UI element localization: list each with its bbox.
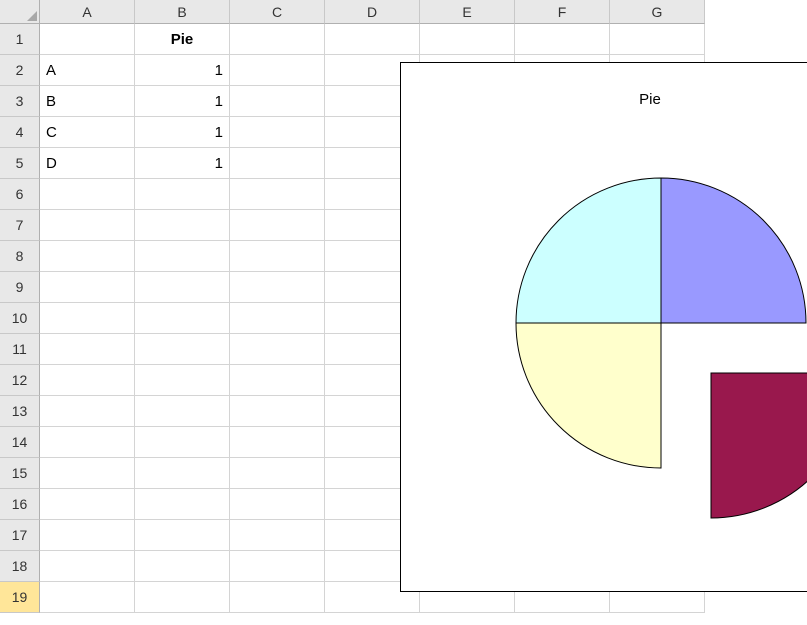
cell-A12[interactable] <box>40 365 135 396</box>
cell-A11[interactable] <box>40 334 135 365</box>
cell-D1[interactable] <box>325 24 420 55</box>
cell-C8[interactable] <box>230 241 325 272</box>
cell-C4[interactable] <box>230 117 325 148</box>
col-header-C[interactable]: C <box>230 0 325 24</box>
cell-B9[interactable] <box>135 272 230 303</box>
cell-C19[interactable] <box>230 582 325 613</box>
cell-C15[interactable] <box>230 458 325 489</box>
cell-B7[interactable] <box>135 210 230 241</box>
cell-B2[interactable]: 1 <box>135 55 230 86</box>
cell-B4[interactable]: 1 <box>135 117 230 148</box>
col-header-E[interactable]: E <box>420 0 515 24</box>
row-header-17[interactable]: 17 <box>0 520 40 551</box>
cell-B10[interactable] <box>135 303 230 334</box>
pie-slice-C[interactable] <box>516 323 661 468</box>
cell-C18[interactable] <box>230 551 325 582</box>
cell-C13[interactable] <box>230 396 325 427</box>
select-all-corner[interactable] <box>0 0 40 24</box>
cell-C16[interactable] <box>230 489 325 520</box>
cell-F1[interactable] <box>515 24 610 55</box>
pie-slice-A[interactable] <box>661 178 806 323</box>
cell-A7[interactable] <box>40 210 135 241</box>
row-header-19[interactable]: 19 <box>0 582 40 613</box>
cell-C1[interactable] <box>230 24 325 55</box>
row-header-8[interactable]: 8 <box>0 241 40 272</box>
chart-title: Pie <box>401 63 807 108</box>
cell-A15[interactable] <box>40 458 135 489</box>
cell-A14[interactable] <box>40 427 135 458</box>
cell-A16[interactable] <box>40 489 135 520</box>
cell-B5[interactable]: 1 <box>135 148 230 179</box>
row-header-15[interactable]: 15 <box>0 458 40 489</box>
col-header-B[interactable]: B <box>135 0 230 24</box>
row-header-4[interactable]: 4 <box>0 117 40 148</box>
cell-A6[interactable] <box>40 179 135 210</box>
cell-C7[interactable] <box>230 210 325 241</box>
cell-B8[interactable] <box>135 241 230 272</box>
cell-B16[interactable] <box>135 489 230 520</box>
row-header-9[interactable]: 9 <box>0 272 40 303</box>
row-header-1[interactable]: 1 <box>0 24 40 55</box>
row-header-2[interactable]: 2 <box>0 55 40 86</box>
cell-B3[interactable]: 1 <box>135 86 230 117</box>
row-header-16[interactable]: 16 <box>0 489 40 520</box>
row-header-10[interactable]: 10 <box>0 303 40 334</box>
cell-B18[interactable] <box>135 551 230 582</box>
col-header-A[interactable]: A <box>40 0 135 24</box>
pie-slice-B-exploded[interactable] <box>711 373 807 518</box>
cell-A5[interactable]: D <box>40 148 135 179</box>
row-header-5[interactable]: 5 <box>0 148 40 179</box>
cell-A13[interactable] <box>40 396 135 427</box>
col-header-F[interactable]: F <box>515 0 610 24</box>
cell-B14[interactable] <box>135 427 230 458</box>
cell-A3[interactable]: B <box>40 86 135 117</box>
pie-chart-object[interactable]: Pie <box>400 62 807 592</box>
row-header-12[interactable]: 12 <box>0 365 40 396</box>
cell-A8[interactable] <box>40 241 135 272</box>
cell-B1[interactable]: Pie <box>135 24 230 55</box>
row-header-3[interactable]: 3 <box>0 86 40 117</box>
cell-G1[interactable] <box>610 24 705 55</box>
cell-E1[interactable] <box>420 24 515 55</box>
cell-B15[interactable] <box>135 458 230 489</box>
cell-A18[interactable] <box>40 551 135 582</box>
row-header-14[interactable]: 14 <box>0 427 40 458</box>
cell-C11[interactable] <box>230 334 325 365</box>
cell-A17[interactable] <box>40 520 135 551</box>
cell-C3[interactable] <box>230 86 325 117</box>
cell-B6[interactable] <box>135 179 230 210</box>
cell-C2[interactable] <box>230 55 325 86</box>
cell-C6[interactable] <box>230 179 325 210</box>
cell-C5[interactable] <box>230 148 325 179</box>
cell-A4[interactable]: C <box>40 117 135 148</box>
cell-C9[interactable] <box>230 272 325 303</box>
col-header-D[interactable]: D <box>325 0 420 24</box>
cell-B12[interactable] <box>135 365 230 396</box>
row-header-6[interactable]: 6 <box>0 179 40 210</box>
row-header-11[interactable]: 11 <box>0 334 40 365</box>
pie-slice-D[interactable] <box>516 178 661 323</box>
cell-C12[interactable] <box>230 365 325 396</box>
cell-A2[interactable]: A <box>40 55 135 86</box>
cell-B19[interactable] <box>135 582 230 613</box>
row-header-13[interactable]: 13 <box>0 396 40 427</box>
cell-B11[interactable] <box>135 334 230 365</box>
cell-B17[interactable] <box>135 520 230 551</box>
col-header-G[interactable]: G <box>610 0 705 24</box>
cell-A1[interactable] <box>40 24 135 55</box>
pie-chart-svg <box>451 163 807 583</box>
cell-C17[interactable] <box>230 520 325 551</box>
cell-A9[interactable] <box>40 272 135 303</box>
row-header-7[interactable]: 7 <box>0 210 40 241</box>
cell-A10[interactable] <box>40 303 135 334</box>
cell-A19[interactable] <box>40 582 135 613</box>
row-header-18[interactable]: 18 <box>0 551 40 582</box>
cell-B13[interactable] <box>135 396 230 427</box>
cell-C14[interactable] <box>230 427 325 458</box>
cell-C10[interactable] <box>230 303 325 334</box>
